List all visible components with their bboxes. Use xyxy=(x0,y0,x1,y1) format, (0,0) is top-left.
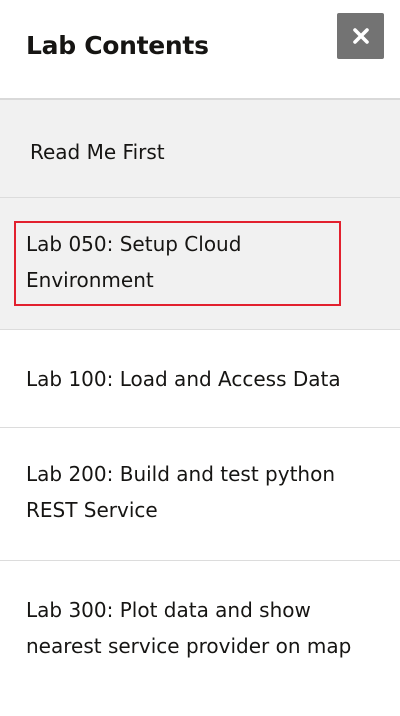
lab-contents-panel: Lab Contents Read Me First Lab 050: Setu… xyxy=(0,0,400,716)
lab-item-lab-200[interactable]: Lab 200: Build and test python REST Serv… xyxy=(0,428,400,561)
lab-item-label: Lab 050: Setup Cloud Environment xyxy=(26,232,242,292)
close-button[interactable] xyxy=(337,13,384,59)
lab-item-lab-300[interactable]: Lab 300: Plot data and show nearest serv… xyxy=(0,561,400,714)
panel-header: Lab Contents xyxy=(0,0,400,100)
lab-item-lab-050[interactable]: Lab 050: Setup Cloud Environment xyxy=(0,198,400,330)
lab-item-lab-100[interactable]: Lab 100: Load and Access Data xyxy=(0,330,400,428)
lab-item-label: Read Me First xyxy=(30,140,165,164)
lab-item-label: Lab 100: Load and Access Data xyxy=(26,367,341,391)
lab-item-label: Lab 300: Plot data and show nearest serv… xyxy=(26,598,352,658)
close-icon xyxy=(352,28,369,44)
lab-item-read-me-first[interactable]: Read Me First xyxy=(0,100,400,198)
lab-item-label: Lab 200: Build and test python REST Serv… xyxy=(26,462,335,522)
panel-title: Lab Contents xyxy=(26,31,209,60)
